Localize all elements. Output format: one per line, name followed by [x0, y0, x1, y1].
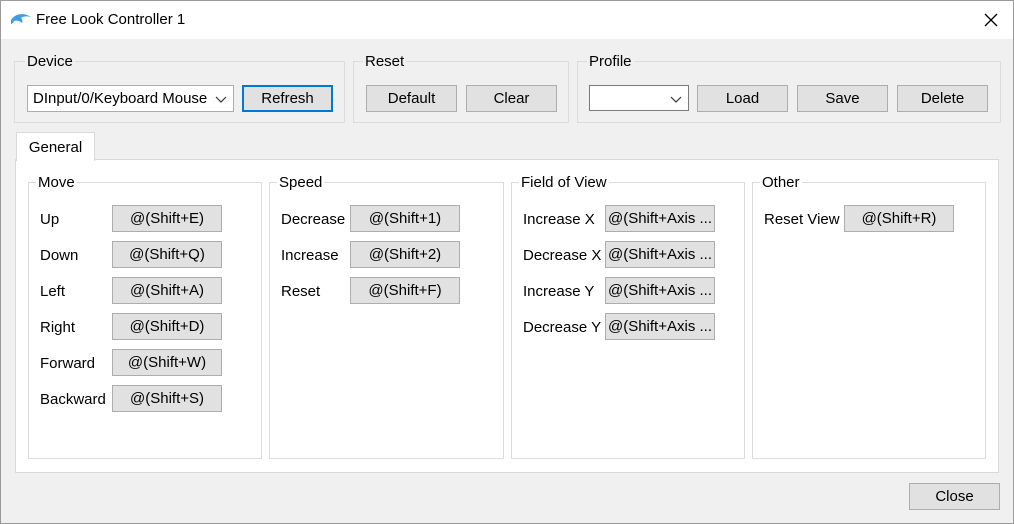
refresh-button[interactable]: Refresh	[242, 85, 333, 112]
fov-increase-x-binding-button[interactable]: @(Shift+Axis ...	[605, 205, 715, 232]
move-forward-binding-button[interactable]: @(Shift+W)	[112, 349, 222, 376]
move-left-binding-button[interactable]: @(Shift+A)	[112, 277, 222, 304]
load-button[interactable]: Load	[697, 85, 788, 112]
close-icon[interactable]	[969, 1, 1013, 39]
fov-group-label: Field of View	[519, 174, 609, 191]
speed-increase-binding-button[interactable]: @(Shift+2)	[350, 241, 460, 268]
move-right-label: Right	[40, 319, 76, 336]
speed-decrease-binding-button[interactable]: @(Shift+1)	[350, 205, 460, 232]
fov-increase-y-label: Increase Y	[523, 283, 595, 300]
move-group-label: Move	[36, 174, 77, 191]
other-reset-view-label: Reset View	[764, 211, 840, 228]
fov-decrease-y-label: Decrease Y	[523, 319, 602, 336]
title-bar: Free Look Controller 1	[1, 1, 1013, 39]
move-backward-label: Backward	[40, 391, 106, 408]
reset-group-label: Reset	[363, 53, 407, 70]
profile-select[interactable]	[589, 85, 689, 111]
fov-increase-y-binding-button[interactable]: @(Shift+Axis ...	[605, 277, 715, 304]
profile-group-label: Profile	[587, 53, 634, 70]
fov-decrease-x-label: Decrease X	[523, 247, 602, 264]
dialog-window: Free Look Controller 1 Device DInput/0/K…	[0, 0, 1014, 524]
move-up-label: Up	[40, 211, 60, 228]
clear-button[interactable]: Clear	[466, 85, 557, 112]
move-down-binding-button[interactable]: @(Shift+Q)	[112, 241, 222, 268]
move-right-binding-button[interactable]: @(Shift+D)	[112, 313, 222, 340]
fov-decrease-y-binding-button[interactable]: @(Shift+Axis ...	[605, 313, 715, 340]
speed-reset-label: Reset	[281, 283, 321, 300]
other-reset-view-binding-button[interactable]: @(Shift+R)	[844, 205, 954, 232]
speed-group-label: Speed	[277, 174, 325, 191]
dolphin-icon	[10, 11, 32, 27]
move-up-binding-button[interactable]: @(Shift+E)	[112, 205, 222, 232]
fov-decrease-x-binding-button[interactable]: @(Shift+Axis ...	[605, 241, 715, 268]
device-select[interactable]: DInput/0/Keyboard Mouse	[27, 85, 234, 112]
chevron-down-icon	[215, 92, 227, 104]
move-down-label: Down	[40, 247, 79, 264]
default-button[interactable]: Default	[366, 85, 457, 112]
speed-increase-label: Increase	[281, 247, 339, 264]
speed-reset-binding-button[interactable]: @(Shift+F)	[350, 277, 460, 304]
save-button[interactable]: Save	[797, 85, 888, 112]
window-title: Free Look Controller 1	[36, 11, 186, 28]
chevron-down-icon	[670, 92, 682, 104]
move-backward-binding-button[interactable]: @(Shift+S)	[112, 385, 222, 412]
device-select-value: DInput/0/Keyboard Mouse	[33, 90, 208, 107]
speed-decrease-label: Decrease	[281, 211, 346, 228]
other-group-label: Other	[760, 174, 802, 191]
fov-increase-x-label: Increase X	[523, 211, 595, 228]
move-forward-label: Forward	[40, 355, 96, 372]
close-button[interactable]: Close	[909, 483, 1000, 510]
device-group-label: Device	[25, 53, 75, 70]
delete-button[interactable]: Delete	[897, 85, 988, 112]
move-left-label: Left	[40, 283, 66, 300]
tab-general[interactable]: General	[16, 132, 95, 161]
